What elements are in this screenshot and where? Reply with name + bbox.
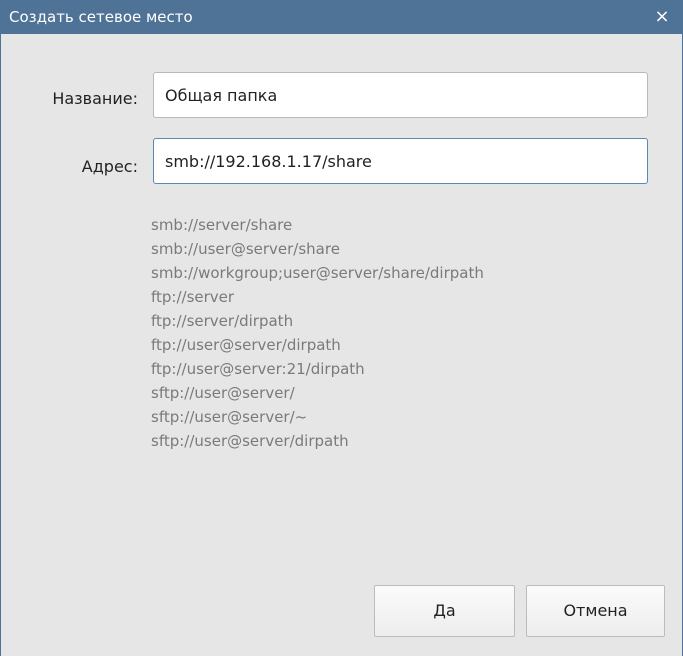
ok-button[interactable]: Да (374, 585, 515, 637)
address-example: ftp://server (151, 288, 235, 306)
address-example: smb://user@server/share (151, 240, 340, 258)
address-example: smb://server/share (151, 216, 293, 234)
cancel-button[interactable]: Отмена (526, 585, 665, 637)
address-example: ftp://user@server/dirpath (151, 336, 341, 354)
address-example: smb://workgroup;user@server/share/dirpat… (151, 264, 484, 282)
address-examples-list: smb://server/share smb://user@server/sha… (151, 213, 484, 453)
window-title: Создать сетевое место (9, 8, 193, 26)
address-example: sftp://user@server/~ (151, 408, 308, 426)
create-network-place-dialog: Создать сетевое место × Название: Адрес:… (0, 0, 683, 656)
address-example: sftp://user@server/dirpath (151, 432, 349, 450)
address-example: ftp://user@server:21/dirpath (151, 360, 365, 378)
close-icon[interactable]: × (650, 5, 674, 29)
address-example: ftp://server/dirpath (151, 312, 294, 330)
name-label: Название: (52, 89, 138, 108)
address-field[interactable] (153, 138, 648, 184)
address-example: sftp://user@server/ (151, 384, 295, 402)
name-field[interactable] (153, 72, 648, 118)
address-label: Адрес: (81, 157, 138, 176)
title-bar[interactable]: Создать сетевое место × (1, 0, 682, 34)
